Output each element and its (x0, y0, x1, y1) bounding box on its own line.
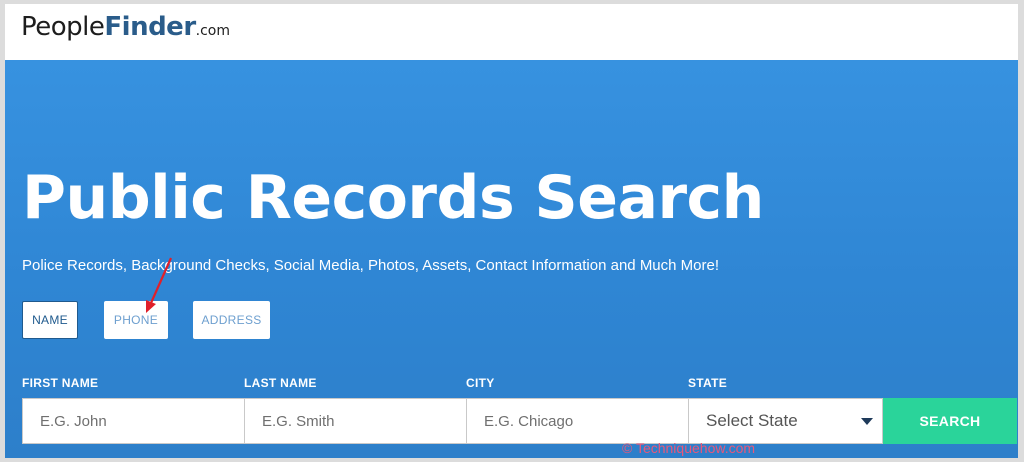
page-subtitle: Police Records, Background Checks, Socia… (22, 257, 720, 274)
city-label: CITY (466, 376, 495, 390)
peoplefinder-logo[interactable]: PeopleFinder.com (21, 14, 230, 40)
logo-part-dotcom: .com (195, 23, 230, 39)
state-select[interactable]: Select State (688, 398, 883, 444)
logo-part-finder: Finder (104, 12, 196, 42)
first-name-label: FIRST NAME (22, 376, 99, 390)
site-header: PeopleFinder.com (5, 4, 1018, 60)
first-name-input[interactable] (22, 398, 245, 444)
state-select-value: Select State (706, 411, 798, 430)
state-label: STATE (688, 376, 728, 390)
watermark-text: © Techniquehow.com (622, 440, 756, 456)
last-name-input[interactable] (244, 398, 467, 444)
last-name-label: LAST NAME (244, 376, 317, 390)
city-input[interactable] (466, 398, 689, 444)
page-frame: PeopleFinder.com Public Records Search P… (5, 4, 1018, 458)
search-button[interactable]: SEARCH (883, 398, 1017, 444)
tab-name[interactable]: NAME (22, 301, 78, 339)
page-title: Public Records Search (22, 163, 764, 233)
tab-address[interactable]: ADDRESS (193, 301, 270, 339)
hero-section: Public Records Search Police Records, Ba… (5, 60, 1018, 458)
logo-part-people: People (21, 12, 105, 42)
caret-down-icon (861, 418, 873, 425)
tab-phone[interactable]: PHONE (104, 301, 168, 339)
